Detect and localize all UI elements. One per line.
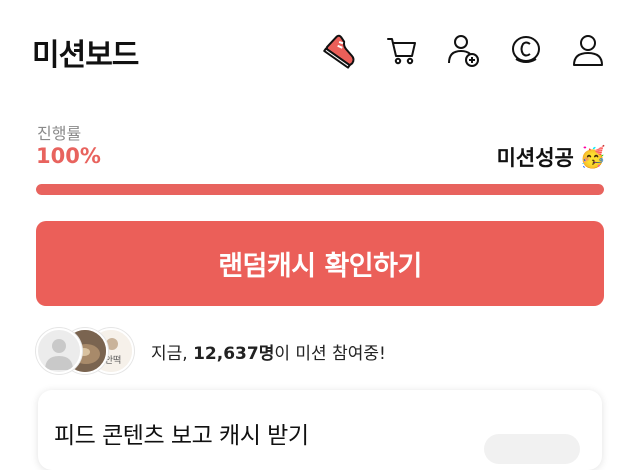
participants-row: 안떡 지금, 12,637명이 미션 참여중! (36, 326, 604, 374)
participants-prefix: 지금, (151, 344, 194, 364)
participants-text: 지금, 12,637명이 미션 참여중! (151, 339, 386, 364)
cart-icon[interactable] (378, 26, 426, 74)
profile-icon[interactable] (564, 26, 612, 74)
feed-card-title: 피드 콘텐츠 보고 캐시 받기 (54, 423, 309, 449)
mission-status-label: 미션성공 (496, 146, 574, 170)
coin-icon[interactable] (502, 26, 550, 74)
progress-label: 진행률 (37, 124, 82, 143)
random-cash-button[interactable]: 랜덤캐시 확인하기 (36, 221, 604, 306)
feed-card-button[interactable] (484, 434, 580, 464)
feed-content-card[interactable]: 피드 콘텐츠 보고 캐시 받기 (38, 390, 602, 470)
progress-bar-fill (36, 184, 604, 195)
sneaker-icon[interactable] (318, 26, 366, 74)
mission-status: 미션성공 🥳 (497, 142, 606, 172)
progress-value: 100% (36, 144, 101, 168)
participants-suffix: 이 미션 참여중! (274, 344, 386, 364)
page-title: 미션보드 (32, 38, 139, 73)
avatar (36, 328, 82, 374)
progress-bar (36, 184, 604, 195)
add-friend-icon[interactable] (440, 26, 488, 74)
participants-count: 12,637명 (193, 344, 275, 364)
party-face-icon: 🥳 (579, 144, 606, 169)
